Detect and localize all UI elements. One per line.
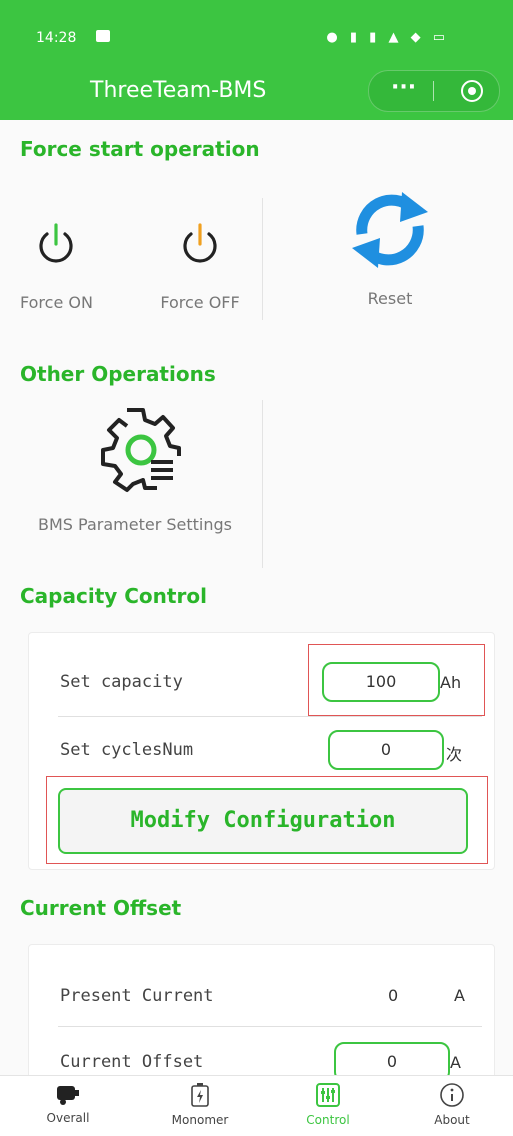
other-section-title: Other Operations (20, 362, 216, 386)
power-off-icon (183, 223, 217, 263)
force-divider (262, 198, 263, 320)
offset-row-divider (58, 1026, 482, 1027)
present-current-label: Present Current (60, 986, 214, 1006)
set-capacity-input[interactable]: 100 (322, 662, 440, 702)
force-off-button[interactable]: Force OFF (150, 222, 250, 312)
force-off-label: Force OFF (160, 293, 240, 312)
set-cycles-unit: 次 (446, 745, 463, 764)
force-section-title: Force start operation (20, 137, 260, 161)
current-offset-label: Current Offset (60, 1052, 204, 1072)
info-icon (440, 1083, 464, 1107)
reset-icon (352, 192, 428, 268)
set-cycles-input[interactable]: 0 (328, 730, 444, 770)
status-icons: ● ▮ ▮ ▲ ◆ ▭ (326, 30, 449, 45)
force-on-button[interactable]: Force ON (20, 222, 93, 312)
offset-section-title: Current Offset (20, 896, 182, 920)
tab-about[interactable]: About (402, 1082, 502, 1127)
tab-overall[interactable]: Overall (18, 1082, 118, 1125)
tab-monomer-label: Monomer (171, 1113, 229, 1127)
tab-about-label: About (434, 1113, 470, 1127)
ellipsis-icon[interactable]: ··· (391, 75, 416, 100)
notification-icon (96, 30, 110, 42)
tab-monomer[interactable]: Monomer (150, 1082, 250, 1127)
force-on-label: Force ON (20, 293, 93, 312)
battery-car-icon (57, 1086, 79, 1105)
capsule-divider (433, 81, 434, 101)
top-bar: 14:28 ● ▮ ▮ ▲ ◆ ▭ ThreeTeam-BMS ··· (0, 0, 513, 120)
set-cycles-label: Set cyclesNum (60, 740, 194, 760)
set-capacity-unit: Ah (440, 673, 462, 692)
present-current-value: 0 (388, 986, 399, 1005)
set-capacity-label: Set capacity (60, 672, 183, 692)
battery-icon (191, 1083, 209, 1107)
mini-program-capsule: ··· (368, 70, 500, 112)
capacity-row-divider (58, 716, 482, 717)
capacity-section-title: Capacity Control (20, 584, 207, 608)
bms-parameter-settings-button[interactable]: BMS Parameter Settings (20, 404, 250, 534)
tab-control-label: Control (306, 1113, 350, 1127)
reset-button[interactable]: Reset (340, 182, 440, 308)
target-icon[interactable] (461, 80, 483, 102)
power-on-icon (39, 223, 73, 263)
current-offset-unit: A (450, 1053, 461, 1072)
bms-parameter-settings-label: BMS Parameter Settings (38, 515, 232, 534)
sliders-icon (316, 1083, 340, 1107)
tab-overall-label: Overall (46, 1111, 90, 1125)
modify-configuration-button[interactable]: Modify Configuration (58, 788, 468, 854)
tab-control[interactable]: Control (278, 1082, 378, 1127)
present-current-unit: A (454, 986, 465, 1005)
app-title: ThreeTeam-BMS (90, 78, 267, 103)
reset-label: Reset (367, 289, 413, 308)
other-divider (262, 400, 263, 568)
gear-settings-icon (101, 408, 181, 492)
tab-bar: Overall Monomer Control About (0, 1075, 513, 1136)
status-time: 14:28 (36, 30, 77, 46)
